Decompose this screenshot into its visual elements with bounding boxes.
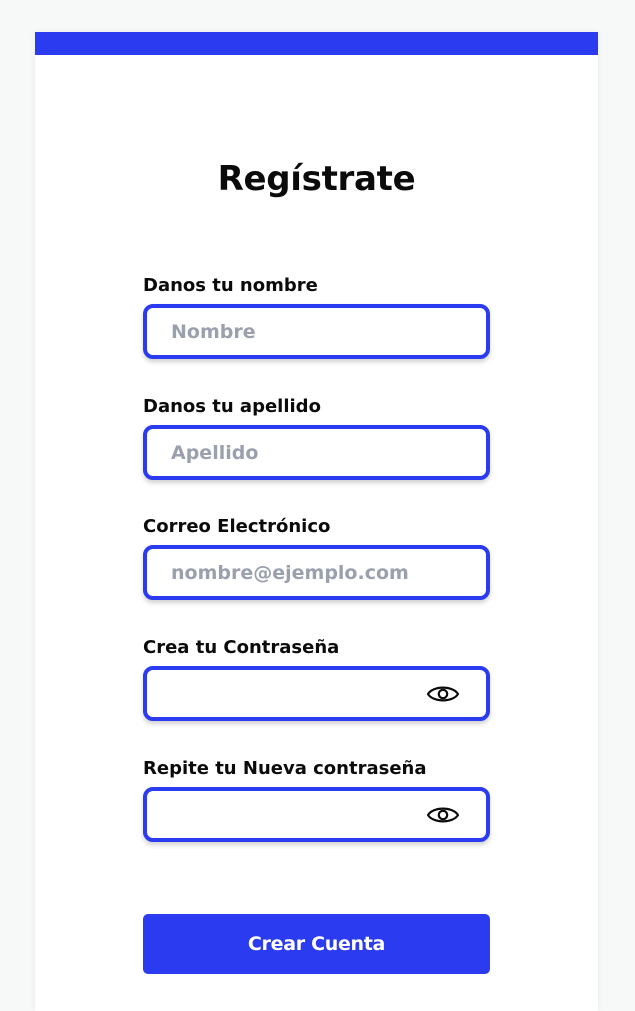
confirm-password-label: Repite tu Nueva contraseña [143,758,427,779]
page-title: Regístrate [217,159,416,199]
email-input-wrap [143,545,490,600]
confirm-password-field-group: Repite tu Nueva contraseña [143,755,490,842]
email-field-group: Correo Electrónico [143,513,490,600]
eye-icon[interactable] [426,803,460,827]
first-name-label: Danos tu nombre [143,275,318,296]
password-field-group: Crea tu Contraseña [143,634,490,721]
eye-icon[interactable] [426,682,460,706]
last-name-input[interactable] [147,429,486,476]
last-name-field-group: Danos tu apellido [143,393,490,480]
last-name-label: Danos tu apellido [143,396,321,417]
first-name-input[interactable] [147,308,486,355]
email-label: Correo Electrónico [143,516,331,537]
confirm-password-input-wrap [143,787,490,842]
password-input-wrap [143,666,490,721]
card-top-accent-bar [35,32,598,55]
password-label: Crea tu Contraseña [143,637,340,658]
last-name-input-wrap [143,425,490,480]
register-card: Regístrate Danos tu nombre Danos tu apel… [35,32,598,1011]
email-input[interactable] [147,549,486,596]
first-name-input-wrap [143,304,490,359]
first-name-field-group: Danos tu nombre [143,272,490,359]
create-account-button[interactable]: Crear Cuenta [143,914,490,974]
